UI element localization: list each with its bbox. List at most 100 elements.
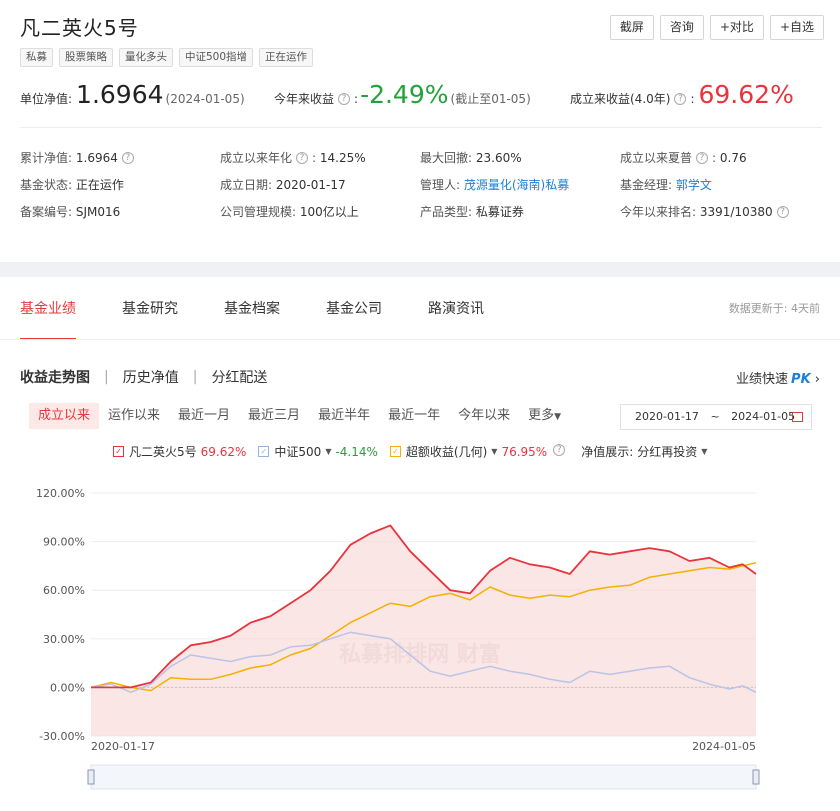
- fund-manager-link[interactable]: 郭学文: [676, 178, 712, 192]
- fund-tags: 私募 股票策略 量化多头 中证500指增 正在运作: [20, 48, 314, 67]
- divider: [20, 127, 822, 128]
- checkbox-icon: ✓: [258, 446, 270, 457]
- tag-status: 正在运作: [259, 48, 314, 67]
- info-cell: 今年以来排名: 3391/10380?: [620, 203, 820, 220]
- legend-item-excess[interactable]: ✓ 超额收益(几何) ▼ 76.95% ?: [389, 443, 569, 460]
- nav-date: (2024-01-05): [165, 92, 245, 106]
- y-tick-label: 30.00%: [43, 633, 85, 646]
- tag-substrategy: 量化多头: [119, 48, 173, 67]
- caret-down-icon: ▼: [554, 412, 562, 422]
- header-actions: 截屏 咨询 +对比 +自选: [609, 15, 824, 40]
- y-tick-label: 120.00%: [36, 487, 85, 500]
- subtab-history-nav[interactable]: 历史净值: [123, 367, 179, 387]
- tag-type: 私募: [20, 48, 53, 67]
- help-icon[interactable]: ?: [296, 152, 309, 164]
- tag-strategy: 股票策略: [59, 48, 113, 67]
- tab-performance[interactable]: 基金业绩: [20, 298, 76, 340]
- help-icon[interactable]: ?: [776, 206, 789, 218]
- chart-subtabs: 收益走势图 | 历史净值 | 分红配送: [20, 367, 268, 387]
- info-cell: 成立以来年化?: 14.25%: [220, 151, 366, 165]
- help-icon[interactable]: ?: [674, 93, 687, 105]
- main-tabs: 基金业绩 基金研究 基金档案 基金公司 路演资讯: [20, 298, 530, 340]
- help-icon[interactable]: ?: [553, 443, 566, 456]
- help-icon[interactable]: ?: [696, 152, 709, 164]
- info-row: 备案编号: SJM016 公司管理规模: 100亿以上 产品类型: 私募证券 今…: [20, 198, 820, 225]
- period-ytd[interactable]: 今年以来: [449, 403, 519, 429]
- period-6m[interactable]: 最近半年: [309, 403, 379, 429]
- x-tick-label: 2020-01-17: [91, 740, 155, 753]
- y-tick-label: -30.00%: [39, 730, 85, 743]
- period-since-operation[interactable]: 运作以来: [99, 403, 169, 429]
- period-since-inception[interactable]: 成立以来: [29, 403, 100, 429]
- caret-down-icon: ▼: [491, 447, 498, 456]
- divider: [0, 339, 840, 340]
- date-end: 2024-01-05: [731, 410, 796, 423]
- subtab-return-trend[interactable]: 收益走势图: [20, 367, 90, 387]
- tab-roadshow[interactable]: 路演资讯: [428, 298, 484, 322]
- nav-mode-select[interactable]: 净值展示: 分红再投资 ▼: [581, 443, 711, 460]
- info-row: 累计净值: 1.6964? 成立以来年化?: 14.25% 最大回撤: 23.6…: [20, 144, 820, 171]
- y-tick-label: 60.00%: [43, 584, 85, 597]
- nav-value: 1.6964: [76, 80, 164, 109]
- info-cell: 成立日期: 2020-01-17: [220, 178, 346, 192]
- update-note: 数据更新于: 4天前: [728, 302, 820, 315]
- since-label: 成立来收益(4.0年): [570, 92, 671, 106]
- period-1m[interactable]: 最近一月: [169, 403, 239, 429]
- range-slider: [90, 764, 757, 790]
- y-tick-label: 0.00%: [50, 681, 85, 694]
- info-cell: 成立以来夏普?: 0.76: [620, 151, 747, 165]
- legend-item-csi500[interactable]: ✓ 中证500 ▼ -4.14%: [258, 443, 378, 460]
- chevron-right-icon: ›: [814, 372, 820, 387]
- fund-title: 凡二英火5号: [20, 16, 139, 40]
- info-cell: 最大回撤: 23.60%: [420, 151, 522, 165]
- period-3m[interactable]: 最近三月: [239, 403, 309, 429]
- tab-research[interactable]: 基金研究: [122, 298, 178, 322]
- quick-pk-link[interactable]: 业绩快速 PK ›: [736, 368, 820, 387]
- subtab-dividends[interactable]: 分红配送: [211, 367, 267, 387]
- ytd-value: -2.49%: [360, 80, 449, 109]
- screenshot-button[interactable]: 截屏: [609, 15, 654, 40]
- period-1y[interactable]: 最近一年: [379, 403, 449, 429]
- manager-link[interactable]: 茂源量化(海南)私募: [464, 178, 569, 192]
- consult-button[interactable]: 咨询: [659, 15, 704, 40]
- return-trend-chart: 120.00%90.00%60.00%30.00%0.00%-30.00%私募排…: [36, 487, 760, 790]
- info-cell: 基金经理: 郭学文: [620, 178, 712, 192]
- date-start: 2020-01-17: [635, 410, 699, 423]
- compare-button[interactable]: +对比: [709, 15, 764, 40]
- watchlist-button[interactable]: +自选: [769, 15, 824, 40]
- tag-benchmark: 中证500指增: [179, 48, 254, 67]
- info-cell: 备案编号: SJM016: [20, 205, 121, 219]
- period-more-dropdown[interactable]: 更多▼: [519, 403, 570, 429]
- y-tick-label: 90.00%: [43, 536, 85, 549]
- tab-profile[interactable]: 基金档案: [224, 298, 280, 322]
- date-range-picker[interactable]: 2020-01-17 ~ 2024-01-05: [620, 404, 812, 430]
- calendar-icon: [792, 412, 803, 422]
- info-cell: 累计净值: 1.6964?: [20, 149, 220, 166]
- range-slider-handle: [87, 769, 95, 785]
- ytd-label: 今年来收益: [274, 92, 335, 106]
- fund-header-card: 凡二英火5号 私募 股票策略 量化多头 中证500指增 正在运作 截屏 咨询 +…: [0, 0, 840, 262]
- caret-down-icon: ▼: [701, 447, 708, 456]
- period-selector: 成立以来 运作以来 最近一月 最近三月 最近半年 最近一年 今年以来 更多▼: [29, 403, 570, 429]
- legend-item-fund[interactable]: ✓ 凡二英火5号 69.62%: [113, 443, 246, 460]
- checkbox-icon: ✓: [113, 446, 124, 457]
- range-slider-handle: [752, 769, 760, 785]
- since-inception-kpi: 成立来收益(4.0年) ? : 69.62%: [570, 80, 794, 109]
- nav-label: 单位净值:: [20, 92, 73, 106]
- fund-area-fill: [91, 525, 756, 736]
- info-cell: 产品类型: 私募证券: [420, 205, 524, 219]
- info-cell: 公司管理规模: 100亿以上: [220, 205, 359, 219]
- chart-legend: ✓ 凡二英火5号 69.62% ✓ 中证500 ▼ -4.14% ✓ 超额收益(…: [113, 443, 723, 460]
- ytd-note: (截止至01-05): [450, 92, 531, 106]
- ytd-kpi: 今年来收益 ? : -2.49% (截止至01-05): [274, 80, 531, 109]
- tab-company[interactable]: 基金公司: [326, 298, 382, 322]
- nav-kpi: 单位净值: 1.6964 (2024-01-05): [20, 80, 245, 109]
- info-cell: 管理人: 茂源量化(海南)私募: [420, 178, 570, 192]
- help-icon[interactable]: ?: [338, 93, 351, 105]
- checkbox-icon: ✓: [389, 446, 401, 457]
- since-value: 69.62%: [698, 80, 794, 109]
- info-row: 基金状态: 正在运作 成立日期: 2020-01-17 管理人: 茂源量化(海南…: [20, 171, 820, 198]
- x-tick-label: 2024-01-05: [692, 740, 756, 753]
- caret-down-icon: ▼: [325, 447, 332, 456]
- help-icon[interactable]: ?: [121, 152, 134, 164]
